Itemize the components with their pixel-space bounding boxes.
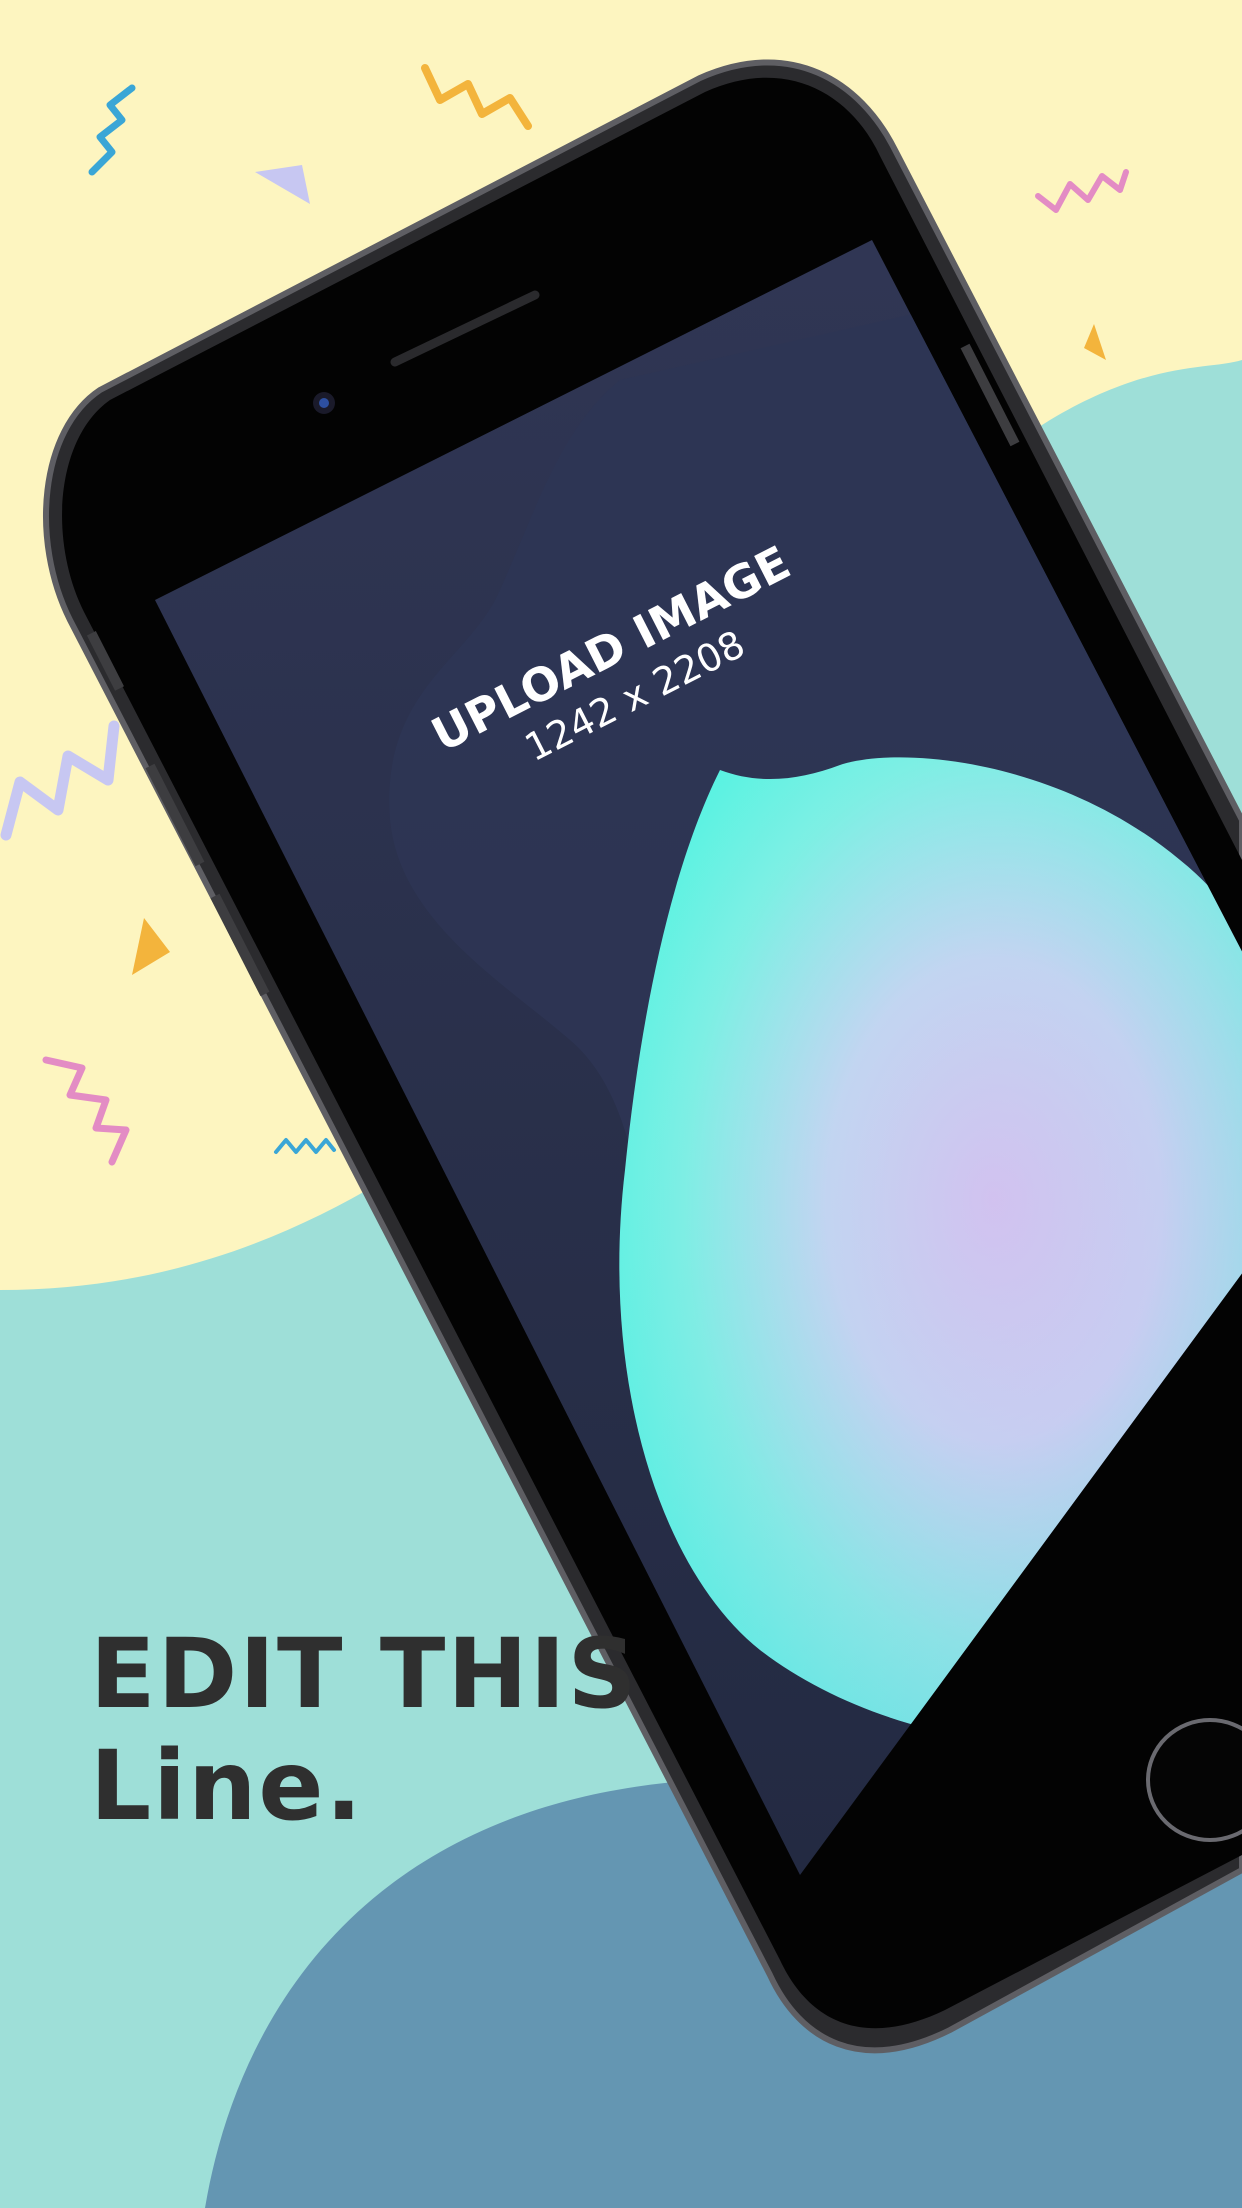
- background-scene: UPLOAD IMAGE 1242 x 2208: [0, 59, 1242, 2208]
- headline-line-2: Line.: [90, 1730, 364, 1842]
- confetti-triangle-orange-left: [132, 918, 170, 975]
- headline-line-1: EDIT THIS: [90, 1618, 639, 1730]
- confetti-zigzag-blue: [88, 84, 136, 176]
- confetti-zigzag-pink: [1035, 169, 1129, 213]
- confetti-zigzag-pink-left: [42, 1056, 130, 1166]
- confetti-zigzag-lavender: [0, 720, 120, 841]
- confetti-zigzag-orange: [421, 64, 532, 130]
- confetti-triangle-orange-right: [1084, 324, 1106, 360]
- confetti-zigzag-small-blue: [274, 1138, 336, 1154]
- headline: EDIT THIS Line.: [90, 1618, 639, 1842]
- confetti-triangle-lavender: [255, 165, 310, 204]
